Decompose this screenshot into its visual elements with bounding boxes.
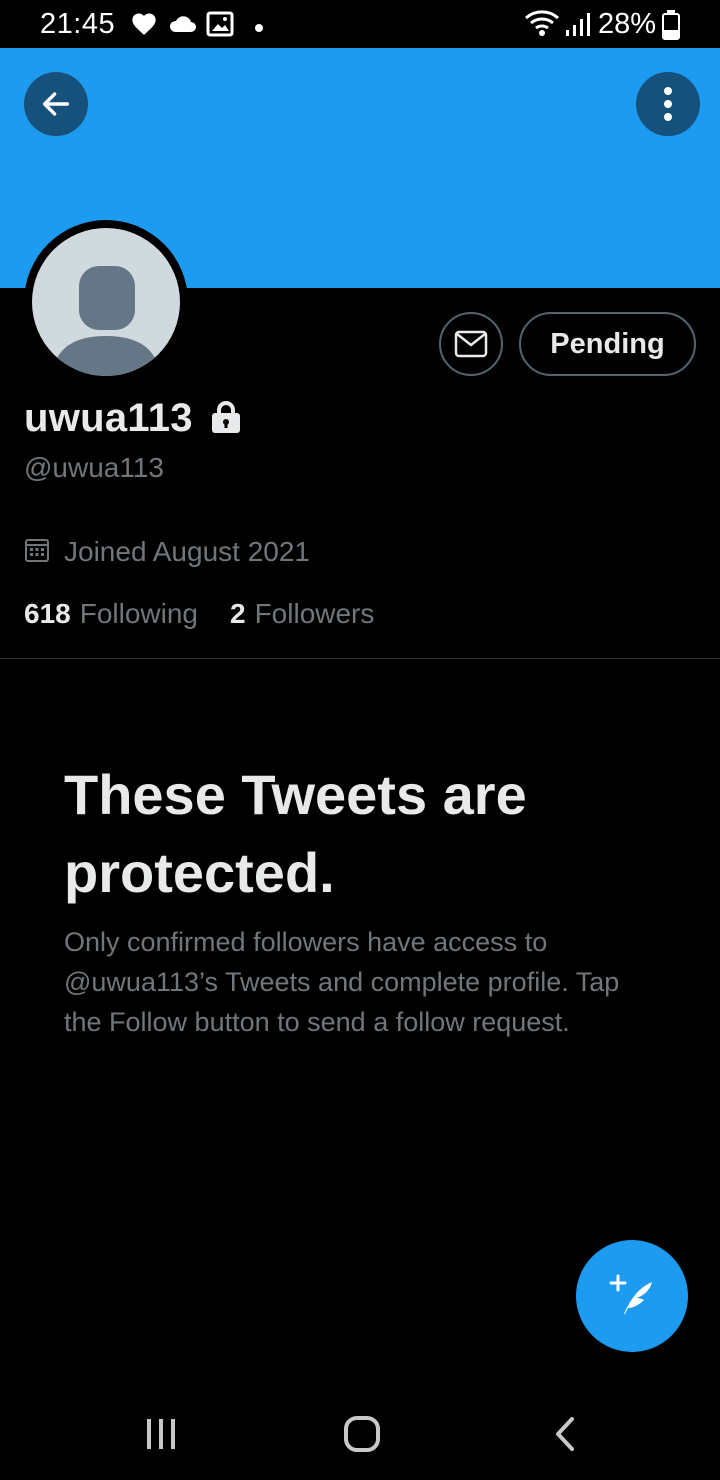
protected-title: These Tweets are protected. — [64, 763, 527, 904]
status-time: 21:45 — [40, 8, 116, 40]
default-avatar-icon — [32, 228, 180, 376]
system-nav-bar — [0, 1392, 720, 1480]
chevron-left-icon — [556, 1417, 574, 1451]
signal-icon — [564, 12, 592, 43]
compose-tweet-button[interactable] — [576, 1240, 688, 1352]
following-count: 618 — [24, 598, 71, 629]
avatar[interactable] — [24, 220, 188, 384]
followers-link[interactable]: 2 Followers — [230, 598, 374, 630]
image-icon — [206, 11, 234, 42]
more-options-button[interactable] — [636, 72, 700, 136]
battery-percent: 28% — [598, 8, 657, 40]
followers-label: Followers — [254, 598, 375, 629]
follow-stats: 618 Following 2 Followers — [24, 598, 374, 630]
home-icon — [344, 1416, 380, 1452]
calendar-icon — [24, 537, 50, 568]
system-back-button[interactable] — [550, 1414, 580, 1459]
status-bar: 21:45 28% — [0, 0, 720, 48]
envelope-icon — [454, 330, 488, 358]
heart-icon — [130, 10, 158, 43]
cloud-icon — [167, 12, 197, 41]
arrow-left-icon — [42, 92, 70, 116]
pending-button[interactable]: Pending — [519, 312, 696, 376]
compose-quill-icon — [609, 1274, 652, 1314]
recent-apps-icon — [147, 1419, 175, 1449]
battery-icon — [661, 10, 681, 45]
protected-description: Only confirmed followers have access to … — [64, 927, 620, 1037]
profile-handle: @uwua113 — [24, 452, 164, 483]
joined-date-row: Joined August 2021 — [24, 536, 310, 568]
recent-apps-button[interactable] — [143, 1414, 179, 1459]
display-name: uwua113 — [24, 396, 193, 440]
followers-count: 2 — [230, 598, 246, 629]
lock-icon — [209, 399, 243, 440]
following-label: Following — [79, 598, 198, 629]
more-vertical-icon — [664, 87, 672, 121]
joined-date: Joined August 2021 — [64, 536, 310, 567]
section-divider — [0, 658, 720, 659]
dot-icon — [254, 20, 264, 38]
profile-name-row: uwua113 — [24, 396, 243, 441]
wifi-icon — [524, 8, 560, 43]
following-link[interactable]: 618 Following — [24, 598, 198, 630]
back-button[interactable] — [24, 72, 88, 136]
message-button[interactable] — [439, 312, 503, 376]
home-button[interactable] — [342, 1414, 382, 1459]
